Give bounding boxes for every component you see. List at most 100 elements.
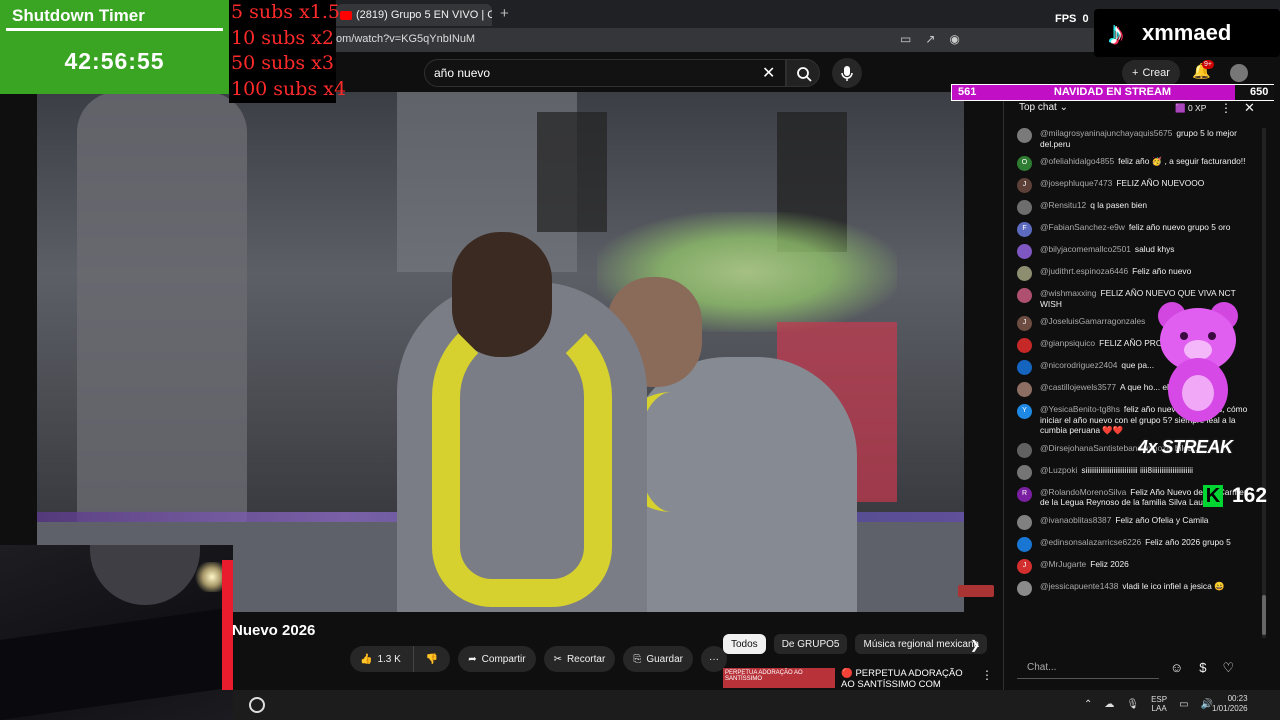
chat-avatar[interactable]: J (1017, 316, 1032, 331)
chat-username[interactable]: @RolandoMorenoSilva (1040, 487, 1126, 497)
super-chat-icon[interactable]: $ (1199, 660, 1206, 676)
chat-avatar[interactable] (1017, 580, 1032, 596)
chat-username[interactable]: @jessicapuente1438 (1040, 581, 1118, 591)
chevron-right-icon[interactable]: ❯ (970, 638, 980, 652)
save-button[interactable]: ⎘ Guardar (623, 646, 693, 672)
chat-message[interactable]: O @ofeliahidalgo4855 feliz año 🥳 , a segui… (1017, 156, 1257, 171)
like-button[interactable]: 👍 1.3 K (350, 646, 413, 672)
share-page-icon[interactable]: ↗ (925, 32, 935, 46)
chat-avatar[interactable]: O (1017, 156, 1032, 171)
chat-message[interactable]: @milagrosyaninajunchayaquis5675 grupo 5 l… (1017, 128, 1257, 149)
extension-icon[interactable]: ◉ (949, 32, 959, 46)
dislike-button[interactable]: 👎 (412, 646, 451, 672)
chat-username[interactable]: @YesicaBenito-tg8hs (1040, 404, 1120, 414)
chat-message[interactable]: @Luzpoki siiiiiiiiiiiiiiiiiiiiiiiiiiii ii… (1017, 464, 1257, 480)
chat-username[interactable]: @nicorodriguez2404 (1040, 360, 1117, 370)
recommendation-thumbnail[interactable]: PERPETUA ADORAÇÃO AO SANTÍSSIMO (723, 668, 835, 688)
heart-icon[interactable]: ♡ (1223, 660, 1235, 676)
chat-mode-dropdown[interactable]: Top chat ⌄ (1019, 102, 1068, 113)
language-indicator[interactable]: ESP LAA (1151, 695, 1167, 713)
chat-username[interactable]: @edinsonsalazarricse6226 (1040, 537, 1141, 547)
chat-avatar[interactable] (1017, 200, 1032, 215)
search-button[interactable] (786, 59, 820, 87)
create-label: Crear (1142, 67, 1170, 79)
chat-avatar[interactable] (1017, 128, 1032, 143)
chat-message[interactable]: @Rensitu12 q la pasen bien (1017, 200, 1257, 215)
chat-message-body: @Rensitu12 q la pasen bien (1040, 200, 1147, 215)
microphone-tray-icon[interactable]: 🎙 (1126, 699, 1139, 710)
chat-username[interactable]: @gianpsiquico (1040, 338, 1095, 348)
chat-avatar[interactable] (1017, 536, 1032, 552)
chat-username[interactable]: @Luzpoki (1040, 465, 1077, 475)
cloud-icon[interactable]: ☁ (1104, 699, 1114, 710)
chat-avatar[interactable]: F (1017, 222, 1032, 237)
chat-text: q la pasen bien (1090, 200, 1148, 210)
chat-input[interactable]: Chat... (1017, 657, 1159, 679)
chat-username[interactable]: @milagrosyaninajunchayaquis5675 (1040, 128, 1172, 138)
chip-de-grupo5[interactable]: De GRUPO5 (773, 634, 848, 654)
chat-username[interactable]: @ofeliahidalgo4855 (1040, 156, 1114, 166)
new-tab-button[interactable]: + (500, 5, 509, 22)
chat-message[interactable]: @ivanaoblitas8387 Feliz año Ofelia y Cami… (1017, 514, 1257, 530)
chat-message[interactable]: @jessicapuente1438 vladi le ico infiel a … (1017, 580, 1257, 596)
chat-username[interactable]: @MrJugarte (1040, 559, 1086, 569)
chat-username[interactable]: @FabianSanchez-e9w (1040, 222, 1125, 232)
voice-search-button[interactable] (832, 58, 862, 88)
chat-message[interactable]: @bilyjacomemallco2501 salud khys (1017, 244, 1257, 259)
video-player[interactable] (37, 92, 964, 612)
chat-message[interactable]: F @FabianSanchez-e9w feliz año nuevo grupo… (1017, 222, 1257, 237)
url-field[interactable]: om/watch?v=KG5qYnbINuM (336, 33, 475, 45)
chat-username[interactable]: @judithrt.espinoza6446 (1040, 266, 1128, 276)
chip-todos[interactable]: Todos (723, 634, 766, 654)
chat-avatar[interactable]: J (1017, 178, 1032, 193)
chat-scrollbar[interactable] (1262, 128, 1266, 638)
chat-avatar[interactable] (1017, 244, 1032, 259)
thumbs-up-icon: 👍 (360, 653, 373, 665)
chat-text: Feliz año Ofelia y Camila (1115, 514, 1209, 525)
account-avatar[interactable] (1230, 64, 1248, 82)
chat-close-icon[interactable]: ✕ (1244, 100, 1255, 116)
app-icon[interactable] (249, 697, 265, 713)
network-icon[interactable]: ▭ (1179, 699, 1188, 710)
recommendation-title[interactable]: 🔴 PERPETUA ADORAÇÃO AO SANTÍSSIMO COM FR… (841, 668, 975, 688)
chat-username[interactable]: @Rensitu12 (1040, 200, 1086, 210)
chat-username[interactable]: @wishmaxxing (1040, 288, 1096, 298)
chat-username[interactable]: @josephluque7473 (1040, 178, 1112, 188)
chevron-up-icon[interactable]: ⌃ (1084, 699, 1092, 710)
chat-avatar[interactable]: J (1017, 558, 1032, 574)
chat-avatar[interactable] (1017, 514, 1032, 530)
chat-username[interactable]: @ivanaoblitas8387 (1040, 515, 1111, 525)
chat-avatar[interactable] (1017, 464, 1032, 480)
chat-message[interactable]: @edinsonsalazarricse6226 Feliz año 2026 g… (1017, 536, 1257, 552)
chat-text: Feliz 2026 (1090, 558, 1129, 569)
chip-musica-regional[interactable]: Música regional mexicana (855, 634, 988, 654)
chat-username[interactable]: @JoseluisGamarragonzales (1040, 316, 1145, 326)
chat-avatar[interactable] (1017, 442, 1032, 458)
chat-username[interactable]: @castillojewels3577 (1040, 382, 1116, 392)
browser-tab[interactable]: (2819) Grupo 5 EN VIVO | Con ✕ (336, 4, 492, 26)
recommendation-menu-icon[interactable]: ⋮ (981, 668, 993, 682)
chat-message[interactable]: J @josephluque7473 FELIZ AÑO NUEVOOO (1017, 178, 1257, 193)
chat-menu-icon[interactable]: ⋮ (1220, 101, 1232, 115)
chat-scrollbar-thumb[interactable] (1262, 595, 1266, 635)
clear-search-icon[interactable]: ✕ (762, 63, 775, 83)
chat-avatar[interactable]: Y (1017, 404, 1032, 419)
fps-value: 0 (1082, 13, 1089, 25)
chat-avatar[interactable] (1017, 266, 1032, 281)
chat-message[interactable]: J @MrJugarte Feliz 2026 (1017, 558, 1257, 574)
timer-value: 42:56:55 (64, 48, 165, 74)
chat-avatar[interactable] (1017, 360, 1032, 375)
chat-message-body: @MrJugarte Feliz 2026 (1040, 559, 1129, 574)
emoji-icon[interactable]: ☺ (1170, 660, 1183, 676)
clip-button[interactable]: ✂ Recortar (543, 646, 616, 672)
chat-avatar[interactable] (1017, 288, 1032, 303)
screen-capture-icon[interactable]: ▭ (900, 32, 911, 46)
chat-username[interactable]: @bilyjacomemallco2501 (1040, 244, 1131, 254)
chat-message[interactable]: @judithrt.espinoza6446 Feliz año nuevo (1017, 266, 1257, 281)
create-button[interactable]: + Crear (1122, 60, 1180, 86)
share-button[interactable]: ➦ Compartir (458, 646, 536, 672)
taskbar-clock[interactable]: 00:23 1/01/2026 (1212, 694, 1248, 714)
chat-avatar[interactable] (1017, 338, 1032, 353)
chat-avatar[interactable]: R (1017, 486, 1032, 502)
chat-avatar[interactable] (1017, 382, 1032, 397)
